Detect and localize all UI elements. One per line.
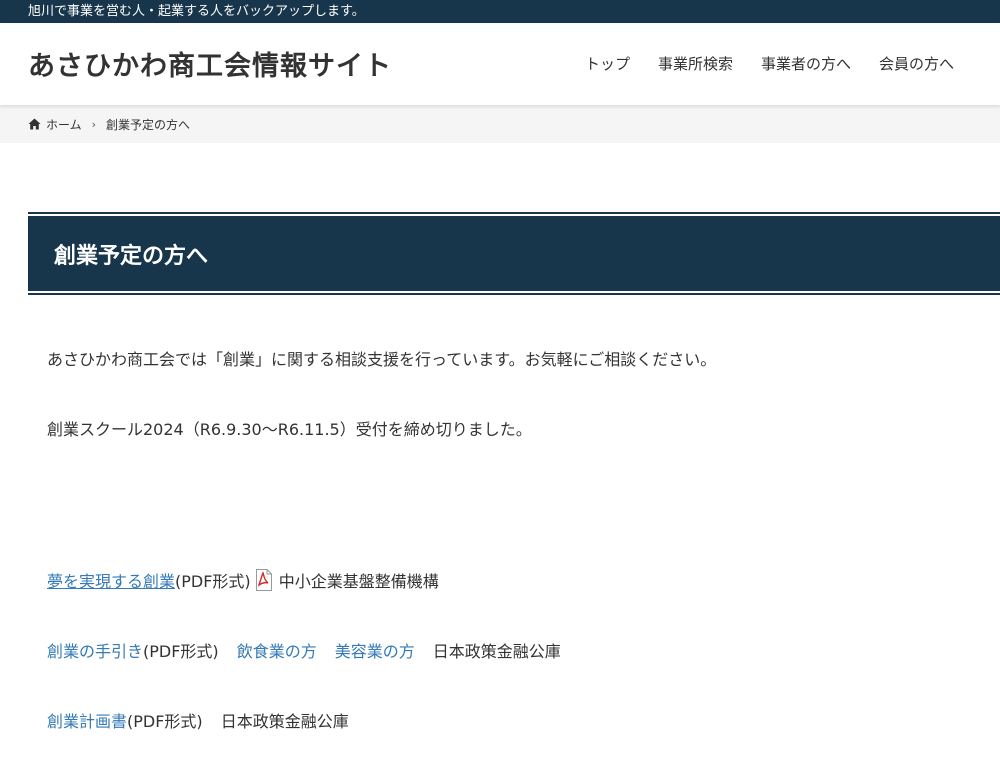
source-label: 日本政策金融公庫 <box>432 642 561 661</box>
resource-line-3: 創業計画書 (PDF形式) 日本政策金融公庫 <box>47 708 349 732</box>
breadcrumb-current: 創業予定の方へ <box>106 117 191 132</box>
nav-item-for-businesses[interactable]: 事業者の方へ <box>761 53 851 74</box>
notice-text: 創業スクール2024（R6.9.30～R6.11.5）受付を締め切りました。 <box>47 420 532 439</box>
source-label: 日本政策金融公庫 <box>220 712 349 731</box>
link-yume-sougyou[interactable]: 夢を実現する創業 <box>47 568 175 592</box>
breadcrumb-separator: › <box>91 117 97 131</box>
pdf-icon <box>255 569 272 591</box>
global-nav: トップ 事業所検索 事業者の方へ 会員の方へ <box>585 53 982 74</box>
nav-item-for-members[interactable]: 会員の方へ <box>879 53 954 74</box>
site-title[interactable]: あさひかわ商工会情報サイト <box>28 44 392 83</box>
link-sougyou-tebiki[interactable]: 創業の手引き <box>47 638 143 662</box>
link-restaurant-business[interactable]: 飲食業の方 <box>237 638 317 662</box>
breadcrumb-home-link[interactable]: ホーム <box>46 116 82 133</box>
tagline-text: 旭川で事業を営む人・起業する人をバックアップします。 <box>28 4 365 19</box>
format-label: (PDF形式) <box>175 572 251 591</box>
page-title-band: 創業予定の方へ <box>28 216 1000 291</box>
format-label: (PDF形式) <box>127 712 203 731</box>
source-label: 中小企業基盤整備機構 <box>278 572 439 591</box>
nav-item-top[interactable]: トップ <box>585 53 630 74</box>
nav-item-business-search[interactable]: 事業所検索 <box>658 53 733 74</box>
resource-line-1: 夢を実現する創業 (PDF形式) 中小企業基盤整備機構 <box>47 568 439 592</box>
page-title: 創業予定の方へ <box>54 243 209 269</box>
resource-line-2: 創業の手引き (PDF形式) 飲食業の方 美容業の方 日本政策金融公庫 <box>47 638 561 662</box>
site-header: あさひかわ商工会情報サイト トップ 事業所検索 事業者の方へ 会員の方へ <box>0 23 1000 105</box>
page-title-box: 創業予定の方へ <box>28 212 1000 295</box>
link-sougyou-keikakusho[interactable]: 創業計画書 <box>47 708 127 732</box>
link-beauty-business[interactable]: 美容業の方 <box>335 638 415 662</box>
format-label: (PDF形式) <box>143 642 219 661</box>
intro-text: あさひかわ商工会では「創業」に関する相談支援を行っています。お気軽にご相談くださ… <box>47 350 717 369</box>
breadcrumb: ホーム › 創業予定の方へ <box>0 105 1000 143</box>
top-tagline-bar: 旭川で事業を営む人・起業する人をバックアップします。 <box>0 0 1000 23</box>
home-icon <box>28 118 41 130</box>
